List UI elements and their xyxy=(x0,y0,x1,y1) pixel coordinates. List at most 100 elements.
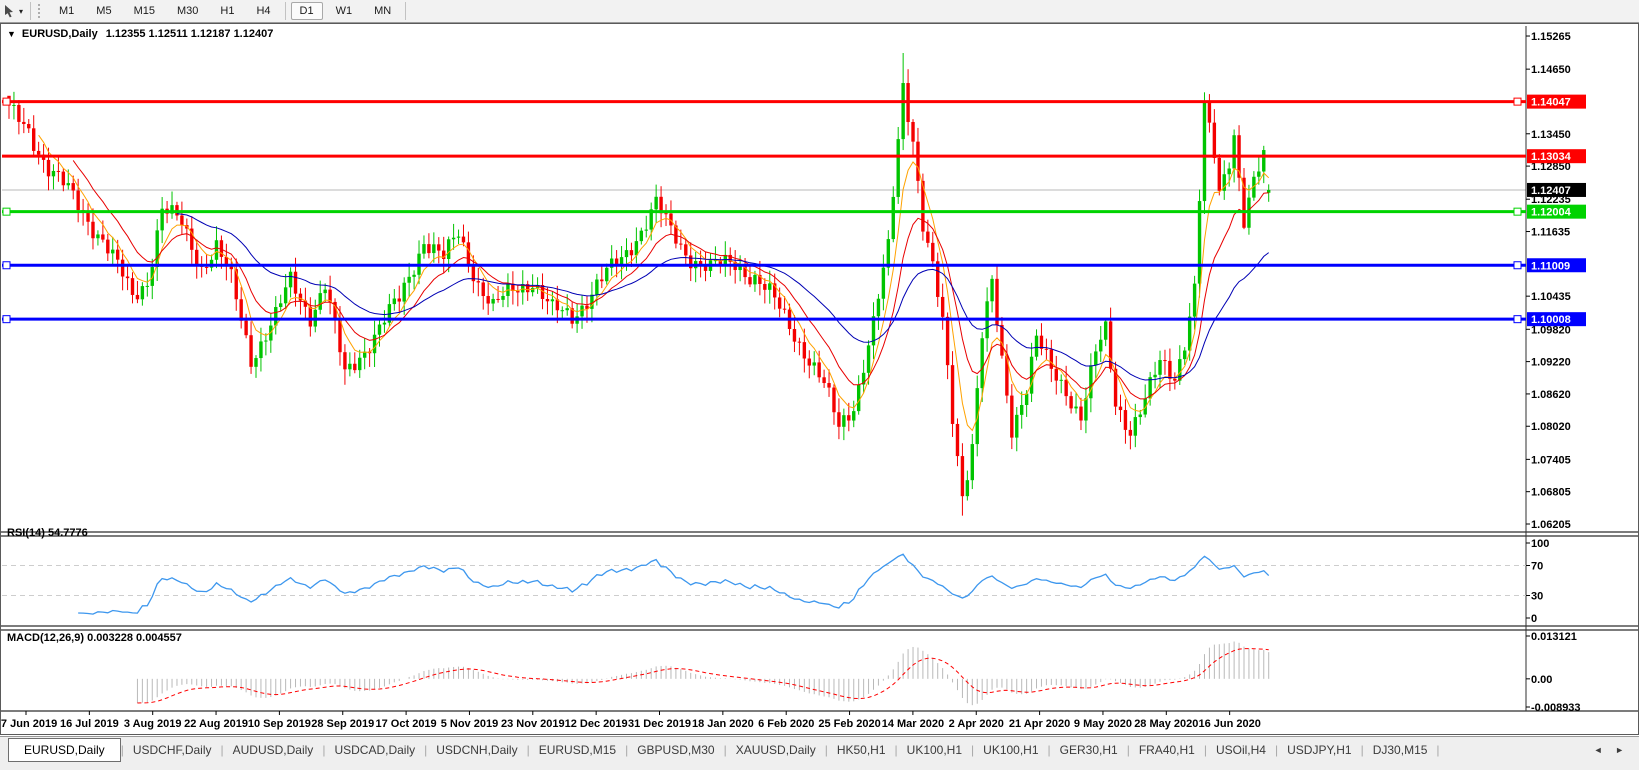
hline-handle[interactable] xyxy=(1513,207,1522,216)
hline-price-badge-label: 1.11009 xyxy=(1531,260,1570,272)
date-label: 25 Feb 2020 xyxy=(818,718,880,730)
date-label: 2 Apr 2020 xyxy=(949,718,1004,730)
tab-usoil-h4[interactable]: USOil,H4 xyxy=(1207,740,1275,760)
price-tick-label: 1.15265 xyxy=(1531,31,1571,43)
macd-level-label: 0.00 xyxy=(1531,674,1552,686)
tab-uk100-h1[interactable]: UK100,H1 xyxy=(974,740,1047,760)
cursor-dropdown-caret[interactable]: ▾ xyxy=(19,7,23,16)
tab-usdjpy-h1[interactable]: USDJPY,H1 xyxy=(1278,740,1360,760)
timeframe-button-h4[interactable]: H4 xyxy=(247,2,279,20)
rsi-indicator-label: RSI(14) 54.7776 xyxy=(7,527,88,539)
date-label: 10 Sep 2019 xyxy=(248,718,311,730)
price-tick-label: 1.06805 xyxy=(1531,487,1571,499)
tab-hk50-h1[interactable]: HK50,H1 xyxy=(828,740,895,760)
date-label: 6 Feb 2020 xyxy=(758,718,814,730)
hline-handle[interactable] xyxy=(2,207,11,216)
rsi-level-label: 70 xyxy=(1531,561,1543,573)
tab-scroll-right-icon[interactable]: ► xyxy=(1610,745,1629,755)
timeframe-button-m30[interactable]: M30 xyxy=(168,2,207,20)
chart-title-symbol: EURUSD,Daily xyxy=(21,28,98,40)
tab-gbpusd-m30[interactable]: GBPUSD,M30 xyxy=(628,740,723,760)
tab-eurusd-daily[interactable]: EURUSD,Daily xyxy=(8,738,121,762)
toolbar-separator xyxy=(284,2,286,20)
date-label: 16 Jul 2019 xyxy=(60,718,119,730)
symbol-tab-bar: EURUSD,Daily | USDCHF,Daily | AUDUSD,Daily | U… xyxy=(0,736,1639,770)
price-tick-label: 1.06205 xyxy=(1531,519,1571,531)
date-label: 23 Nov 2019 xyxy=(501,718,565,730)
date-label: 28 May 2020 xyxy=(1134,718,1198,730)
tab-usdchf-daily[interactable]: USDCHF,Daily xyxy=(124,740,221,760)
timeframe-buttons: M1 M5 M15 M30 H1 H4 D1 W1 MN xyxy=(48,2,409,20)
date-label: 14 Mar 2020 xyxy=(882,718,944,730)
tab-eurusd-m15[interactable]: EURUSD,M15 xyxy=(530,740,625,760)
macd-signal-line xyxy=(137,648,1269,704)
rsi-level-label: 100 xyxy=(1531,538,1549,550)
tab-ger30-h1[interactable]: GER30,H1 xyxy=(1051,740,1127,760)
tab-uk100-h1[interactable]: UK100,H1 xyxy=(898,740,971,760)
current-price-badge-label: 1.12407 xyxy=(1531,185,1571,197)
ma-slow-line xyxy=(176,213,1270,381)
timeframe-button-d1[interactable]: D1 xyxy=(290,2,323,20)
macd-level-label: -0.008933 xyxy=(1531,702,1581,714)
date-label: 22 Aug 2019 xyxy=(184,718,248,730)
toolbar-separator xyxy=(405,2,407,20)
tab-dj30-m15[interactable]: DJ30,M15 xyxy=(1364,740,1437,760)
macd-level-label: 0.013121 xyxy=(1531,631,1577,643)
price-tick-label: 1.14650 xyxy=(1531,64,1571,76)
hline-handle[interactable] xyxy=(2,97,11,106)
chart-title: ▼ EURUSD,Daily 1.12355 1.12511 1.12187 1… xyxy=(7,28,273,40)
hline-1.14047[interactable]: 1.14047 xyxy=(2,94,1586,109)
timeframe-button-mn[interactable]: MN xyxy=(365,2,400,20)
tab-scroll-left-icon[interactable]: ◄ xyxy=(1589,745,1608,755)
date-label: 5 Nov 2019 xyxy=(441,718,498,730)
tab-usdcad-daily[interactable]: USDCAD,Daily xyxy=(325,740,424,760)
price-tick-label: 1.09220 xyxy=(1531,357,1571,369)
symbol-tabs: EURUSD,Daily | USDCHF,Daily | AUDUSD,Daily | U… xyxy=(0,738,1440,762)
tab-separator: | xyxy=(1436,743,1440,757)
chart-window: 1.15265 1.14650 1.13450 1.12850 1.12235 1.116… xyxy=(0,23,1639,735)
timeframe-button-m5[interactable]: M5 xyxy=(87,2,120,20)
chart-canvas[interactable]: 1.152651.146501.134501.128501.122351.116… xyxy=(1,24,1638,734)
price-tick-label: 1.11635 xyxy=(1531,227,1570,239)
hline-handle[interactable] xyxy=(1513,261,1522,270)
timeframe-button-w1[interactable]: W1 xyxy=(327,2,362,20)
hline-handle[interactable] xyxy=(2,315,11,324)
hline-1.12004[interactable]: 1.12004 xyxy=(2,204,1586,219)
cursor-pointer-icon-svg xyxy=(5,5,13,18)
price-tick-label: 1.08620 xyxy=(1531,389,1571,401)
timeframe-button-h1[interactable]: H1 xyxy=(211,2,243,20)
date-label: 18 Jan 2020 xyxy=(692,718,754,730)
date-label: 28 Sep 2019 xyxy=(311,718,374,730)
tab-audusd-daily[interactable]: AUDUSD,Daily xyxy=(224,740,323,760)
timeframe-button-m1[interactable]: M1 xyxy=(50,2,83,20)
date-label: 16 Jun 2020 xyxy=(1198,718,1260,730)
tab-xauusd-daily[interactable]: XAUUSD,Daily xyxy=(727,740,825,760)
hline-1.11009[interactable]: 1.11009 xyxy=(2,258,1586,273)
hline-handle[interactable] xyxy=(2,261,11,270)
hline-price-badge-label: 1.14047 xyxy=(1531,97,1571,109)
macd-histogram xyxy=(136,641,1270,706)
tab-usdcnh-daily[interactable]: USDCNH,Daily xyxy=(427,740,526,760)
date-label: 12 Dec 2019 xyxy=(565,718,628,730)
tab-fra40-h1[interactable]: FRA40,H1 xyxy=(1130,740,1204,760)
price-tick-label: 1.13450 xyxy=(1531,129,1571,141)
toolbar-grip-handle[interactable] xyxy=(38,4,42,18)
rsi-level-label: 0 xyxy=(1531,613,1537,625)
chart-title-caret-icon[interactable]: ▼ xyxy=(7,29,16,39)
candlestick-series xyxy=(7,52,1271,516)
hline-handle[interactable] xyxy=(1513,97,1522,106)
hline-price-badge-label: 1.12004 xyxy=(1531,207,1572,219)
date-label: 21 Apr 2020 xyxy=(1009,718,1070,730)
toolbar-separator xyxy=(30,2,32,20)
price-tick-label: 1.08020 xyxy=(1531,421,1571,433)
date-label: 17 Oct 2019 xyxy=(376,718,437,730)
date-label: 31 Dec 2019 xyxy=(628,718,691,730)
hline-1.13034[interactable]: 1.13034 xyxy=(2,149,1586,164)
cursor-pointer-icon[interactable] xyxy=(3,4,16,18)
chart-title-ohlc: 1.12355 1.12511 1.12187 1.12407 xyxy=(105,28,274,40)
rsi-level-label: 30 xyxy=(1531,591,1543,603)
date-label: 9 May 2020 xyxy=(1074,718,1132,730)
date-label: 3 Aug 2019 xyxy=(124,718,182,730)
timeframe-button-m15[interactable]: M15 xyxy=(125,2,164,20)
hline-handle[interactable] xyxy=(1513,315,1522,324)
